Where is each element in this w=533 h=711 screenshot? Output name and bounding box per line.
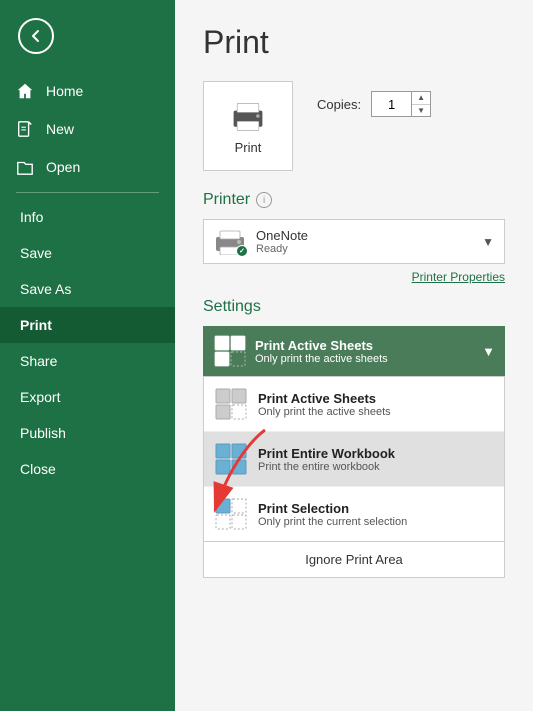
printer-name: OneNote [256,228,308,243]
settings-heading: Settings [203,298,505,316]
copies-label: Copies: [317,97,361,112]
sidebar-item-info[interactable]: Info [0,199,175,235]
printer-info-icon[interactable]: i [256,192,272,208]
option-selection-text: Print Selection Only print the current s… [258,501,407,528]
option-active-sheets[interactable]: Print Active Sheets Only print the activ… [204,377,504,432]
sidebar-item-share[interactable]: Share [0,343,175,379]
back-button[interactable] [18,18,54,54]
sidebar-item-new-label: New [46,121,74,137]
sidebar-item-save[interactable]: Save [0,235,175,271]
sidebar-divider [16,192,159,193]
printer-selector[interactable]: OneNote Ready ▼ [203,219,505,264]
selection-icon [214,497,248,531]
copies-decrement[interactable]: ▼ [412,105,430,117]
option-active-sheets-text: Print Active Sheets Only print the activ… [258,391,391,418]
selected-option-title: Print Active Sheets [255,338,388,353]
selected-option-text: Print Active Sheets Only print the activ… [255,338,388,365]
printer-dropdown-icon: ▼ [482,235,494,249]
sidebar-item-publish[interactable]: Publish [0,415,175,451]
printer-status: Ready [256,243,308,255]
selected-option-sub: Only print the active sheets [255,353,388,365]
copies-increment[interactable]: ▲ [412,92,430,105]
print-controls-row: Print Copies: ▲ ▼ [203,81,505,171]
sidebar-item-open-label: Open [46,159,80,175]
sidebar: Home New Open Info Save Save As Print Sh… [0,0,175,711]
sidebar-item-home-label: Home [46,83,83,99]
main-content: Print Print Copies: ▲ ▼ Printer [175,0,533,711]
ignore-print-area-option[interactable]: Ignore Print Area [203,542,505,578]
copies-updown: ▲ ▼ [412,92,430,116]
printer-heading: Printer i [203,191,505,209]
option-active-sheets-sub: Only print the active sheets [258,406,391,418]
print-button[interactable]: Print [203,81,293,171]
option-selection[interactable]: Print Selection Only print the current s… [204,487,504,541]
entire-workbook-icon [214,442,248,476]
sidebar-item-save-as[interactable]: Save As [0,271,175,307]
option-selection-sub: Only print the current selection [258,516,407,528]
option-entire-workbook[interactable]: Print Entire Workbook Print the entire w… [204,432,504,487]
option-entire-workbook-text: Print Entire Workbook Print the entire w… [258,446,395,473]
sidebar-item-export[interactable]: Export [0,379,175,415]
active-sheets-icon-selected [213,334,247,368]
printer-status-dot [236,245,248,257]
copies-input[interactable] [372,92,412,116]
active-sheets-icon [214,387,248,421]
printer-info: OneNote Ready [214,228,308,255]
settings-dropdown-icon: ▼ [482,344,495,359]
printer-icon [214,229,246,255]
print-button-label: Print [235,140,262,155]
sidebar-item-open[interactable]: Open [0,148,175,186]
printer-properties-link[interactable]: Printer Properties [203,270,505,284]
sidebar-item-new[interactable]: New [0,110,175,148]
sidebar-item-print[interactable]: Print [0,307,175,343]
page-title: Print [203,24,505,61]
settings-dropdown-list: Print Active Sheets Only print the activ… [203,376,505,542]
sidebar-item-home[interactable]: Home [0,72,175,110]
option-entire-workbook-sub: Print the entire workbook [258,461,395,473]
option-active-sheets-title: Print Active Sheets [258,391,391,406]
option-entire-workbook-title: Print Entire Workbook [258,446,395,461]
sidebar-item-close[interactable]: Close [0,451,175,487]
copies-row: Copies: ▲ ▼ [317,91,431,117]
printer-details: OneNote Ready [256,228,308,255]
settings-selected-option[interactable]: Print Active Sheets Only print the activ… [203,326,505,376]
copies-control: ▲ ▼ [371,91,431,117]
option-selection-title: Print Selection [258,501,407,516]
